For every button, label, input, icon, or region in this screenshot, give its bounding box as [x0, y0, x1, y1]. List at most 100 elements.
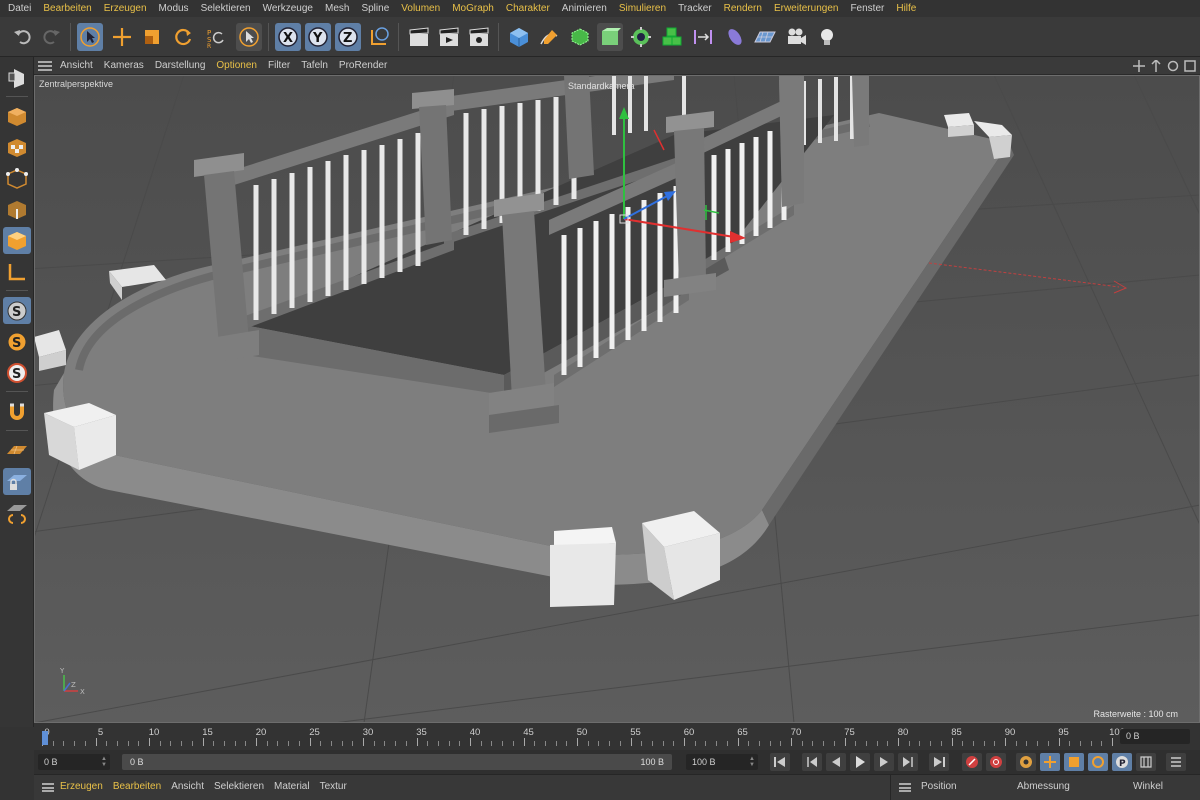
next-key-button[interactable]: [898, 753, 918, 771]
render-view-button[interactable]: [406, 23, 432, 51]
menu-item-modus[interactable]: Modus: [159, 0, 189, 17]
menu-item-material[interactable]: Material: [274, 775, 310, 799]
play-button[interactable]: [850, 753, 870, 771]
planar-workplane-button[interactable]: [3, 499, 31, 526]
texture-mode-button[interactable]: [3, 134, 31, 161]
world-coordinates-button[interactable]: [366, 23, 392, 51]
coordinate-manager-menu-icon[interactable]: [899, 783, 911, 792]
menu-item-selektieren[interactable]: Selektieren: [214, 775, 264, 799]
psr-button[interactable]: PSR: [202, 23, 228, 51]
points-mode-button[interactable]: [3, 165, 31, 192]
light-button[interactable]: [814, 23, 840, 51]
menu-item-kameras[interactable]: Kameras: [104, 57, 144, 75]
goto-end-button[interactable]: [929, 753, 949, 771]
key-parameter-button[interactable]: P: [1112, 753, 1132, 771]
mograph-button[interactable]: [659, 23, 685, 51]
menu-item-tafeln[interactable]: Tafeln: [301, 57, 328, 75]
3d-viewport[interactable]: Y Z X Zentralperspektive Standardkamera …: [34, 75, 1200, 723]
edges-mode-button[interactable]: [3, 196, 31, 223]
menu-item-prorender[interactable]: ProRender: [339, 57, 387, 75]
render-settings-button[interactable]: [466, 23, 492, 51]
menu-item-fenster[interactable]: Fenster: [850, 0, 884, 17]
menu-item-erweiterungen[interactable]: Erweiterungen: [774, 0, 838, 17]
axis-mode-button[interactable]: [3, 258, 31, 285]
rotate-view-icon[interactable]: [1167, 60, 1179, 72]
render-picture-viewer-button[interactable]: [436, 23, 462, 51]
material-manager-menu-icon[interactable]: [42, 783, 54, 792]
menu-item-rendern[interactable]: Rendern: [724, 0, 762, 17]
scale-button[interactable]: [139, 23, 165, 51]
timeline-ruler[interactable]: 0510152025303540455055606570758085909510…: [42, 723, 1125, 750]
locked-workplane-button[interactable]: [3, 468, 31, 495]
menu-item-mesh[interactable]: Mesh: [325, 0, 349, 17]
key-rotation-button[interactable]: [1088, 753, 1108, 771]
x-axis-lock-button[interactable]: X: [275, 23, 301, 51]
menu-item-bearbeiten[interactable]: Bearbeiten: [113, 775, 161, 799]
live-selection-button[interactable]: [236, 23, 262, 51]
menu-item-selektieren[interactable]: Selektieren: [201, 0, 251, 17]
menu-item-tracker[interactable]: Tracker: [678, 0, 712, 17]
y-axis-lock-button[interactable]: Y: [305, 23, 331, 51]
zoom-view-icon[interactable]: [1150, 58, 1162, 72]
solo-hierarchy-button[interactable]: S: [3, 359, 31, 386]
menu-item-animieren[interactable]: Animieren: [562, 0, 607, 17]
field-button[interactable]: [690, 23, 716, 51]
menu-item-optionen[interactable]: Optionen: [216, 57, 257, 75]
key-position-button[interactable]: [1040, 753, 1060, 771]
menu-item-darstellung[interactable]: Darstellung: [155, 57, 206, 75]
polygons-mode-button[interactable]: [3, 227, 31, 254]
key-pla-button[interactable]: [1136, 753, 1156, 771]
max-frame-field[interactable]: 100 B ▲ ▼: [686, 754, 758, 770]
menu-item-mograph[interactable]: MoGraph: [452, 0, 494, 17]
menu-item-simulieren[interactable]: Simulieren: [619, 0, 666, 17]
move-select-button[interactable]: [77, 23, 103, 51]
make-editable-button[interactable]: [3, 64, 31, 91]
solo-single-button[interactable]: S: [3, 328, 31, 355]
menu-item-hilfe[interactable]: Hilfe: [896, 0, 916, 17]
cloner-button[interactable]: [628, 23, 654, 51]
record-keys-button[interactable]: [962, 753, 982, 771]
deformer-button[interactable]: [722, 23, 748, 51]
current-frame-field[interactable]: 0 B ▲ ▼: [38, 754, 110, 770]
timeline-frame-field[interactable]: 0 B: [1120, 729, 1190, 744]
snap-button[interactable]: [3, 398, 31, 425]
prev-key-button[interactable]: [802, 753, 822, 771]
floor-button[interactable]: [752, 23, 778, 51]
rotate-button[interactable]: [170, 23, 196, 51]
viewport-menu-icon[interactable]: [38, 60, 52, 71]
pan-view-icon[interactable]: [1133, 60, 1145, 72]
next-frame-button[interactable]: [874, 753, 894, 771]
menu-item-bearbeiten[interactable]: Bearbeiten: [43, 0, 91, 17]
preview-range-slider[interactable]: 0 B 100 B: [122, 754, 672, 770]
z-axis-lock-button[interactable]: Z: [335, 23, 361, 51]
subdivision-surface-button[interactable]: [567, 23, 593, 51]
menu-item-ansicht[interactable]: Ansicht: [171, 775, 204, 799]
timeline-menu-button[interactable]: [1166, 753, 1186, 771]
menu-item-erzeugen[interactable]: Erzeugen: [60, 775, 103, 799]
menu-item-volumen[interactable]: Volumen: [401, 0, 440, 17]
undo-button[interactable]: [10, 23, 36, 51]
solo-off-button[interactable]: S: [3, 297, 31, 324]
goto-start-button[interactable]: [770, 753, 790, 771]
menu-item-spline[interactable]: Spline: [361, 0, 389, 17]
cube-primitive-button[interactable]: [506, 23, 532, 51]
maximize-view-icon[interactable]: [1184, 60, 1196, 72]
menu-item-charakter[interactable]: Charakter: [506, 0, 550, 17]
auto-key-button[interactable]: [986, 753, 1006, 771]
prev-frame-button[interactable]: [826, 753, 846, 771]
redo-button[interactable]: [38, 23, 64, 51]
menu-item-ansicht[interactable]: Ansicht: [60, 57, 93, 75]
extrude-button[interactable]: [597, 23, 623, 51]
timeline-playhead[interactable]: [42, 731, 48, 745]
menu-item-werkzeuge[interactable]: Werkzeuge: [263, 0, 313, 17]
keyframe-selection-button[interactable]: [1016, 753, 1036, 771]
key-scale-button[interactable]: [1064, 753, 1084, 771]
model-mode-button[interactable]: [3, 103, 31, 130]
menu-item-erzeugen[interactable]: Erzeugen: [104, 0, 147, 17]
workplane-button[interactable]: [3, 437, 31, 464]
menu-item-filter[interactable]: Filter: [268, 57, 290, 75]
timeline[interactable]: 0510152025303540455055606570758085909510…: [34, 723, 1200, 750]
menu-item-textur[interactable]: Textur: [320, 775, 347, 799]
move-button[interactable]: [109, 23, 135, 51]
menu-item-datei[interactable]: Datei: [8, 0, 31, 17]
